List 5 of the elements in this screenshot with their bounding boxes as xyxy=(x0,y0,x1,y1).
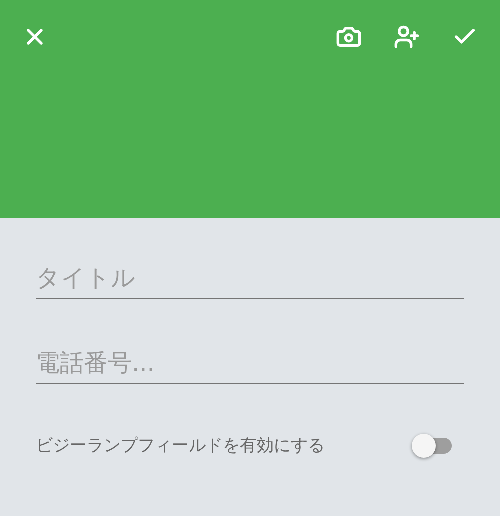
camera-icon xyxy=(336,24,362,50)
input-field[interactable]: 電話番号... xyxy=(36,343,464,384)
add-person-icon xyxy=(394,24,420,50)
toggle-label: ビジーランプフィールドを有効にする xyxy=(36,435,325,457)
input-field[interactable]: タイトル xyxy=(36,258,464,299)
